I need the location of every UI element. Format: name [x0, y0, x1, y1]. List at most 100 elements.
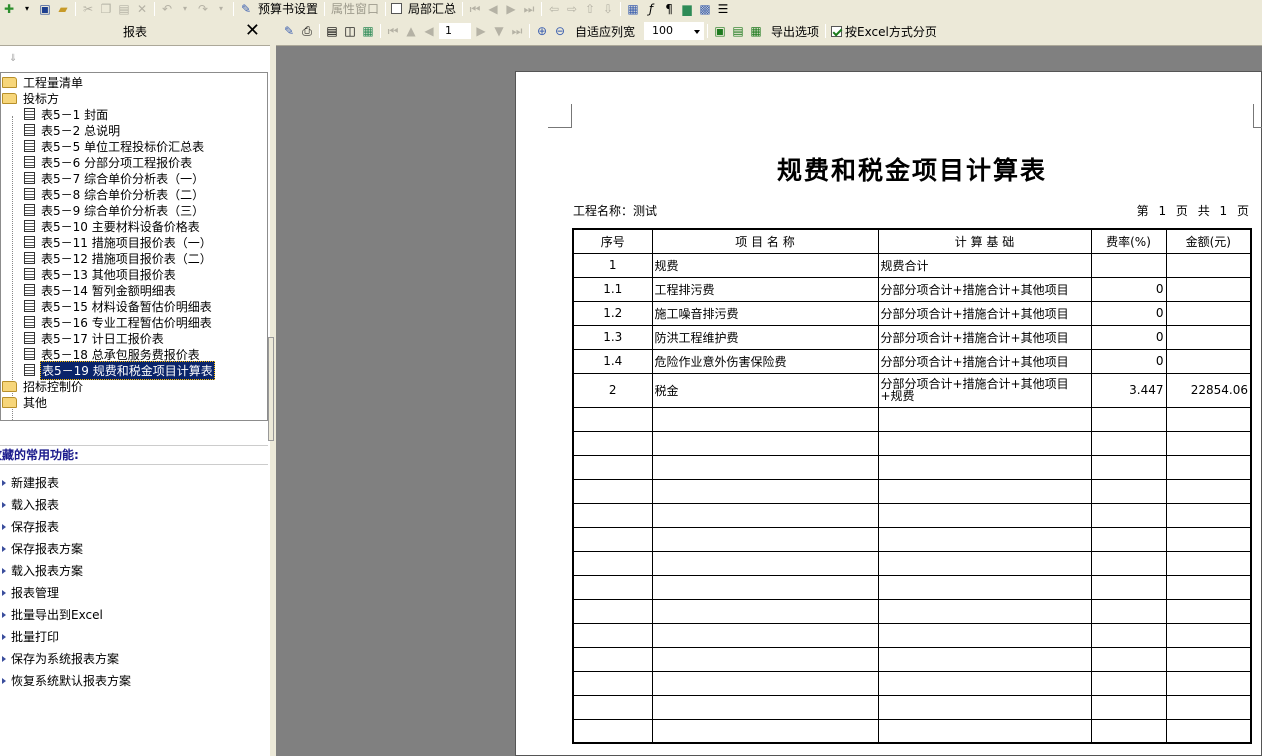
last-page-icon[interactable]: ⏭	[508, 23, 526, 39]
paste-icon[interactable]: ▤	[115, 1, 133, 17]
function-load-report[interactable]: 载入报表	[0, 494, 268, 516]
cell-basis: 规费合计	[877, 252, 1092, 278]
zoom-select[interactable]: 100	[644, 22, 705, 40]
tree-item-report[interactable]: 表5－17 计日工报价表	[24, 330, 165, 346]
move-up-icon[interactable]: ⇧	[581, 1, 599, 17]
export-excel-icon[interactable]: ▣	[711, 23, 729, 39]
close-icon[interactable]: ✕	[245, 21, 260, 41]
down-arrow-icon[interactable]: ⇓	[0, 46, 270, 72]
open-folder-icon[interactable]: ▰	[54, 1, 72, 17]
page-number-input[interactable]: 1	[438, 22, 472, 40]
tree-folder-other[interactable]: 其他	[2, 394, 48, 410]
function-new-report[interactable]: 新建报表	[0, 472, 268, 494]
empty-row	[572, 694, 1252, 720]
tree-node-label: 表5－1 封面	[41, 107, 109, 122]
tree-item-report[interactable]: 表5－15 材料设备暂估价明细表	[24, 298, 213, 314]
tree-item-report[interactable]: 表5－7 综合单价分析表（一）	[24, 170, 205, 186]
single-page-icon[interactable]: ▤	[323, 23, 341, 39]
function-save-report-scheme[interactable]: 保存报表方案	[0, 538, 268, 560]
dropdown-arrow-icon[interactable]: ▾	[18, 1, 36, 17]
cell-name: 防洪工程维护费	[651, 324, 879, 350]
tree-folder-control-price[interactable]: 招标控制价	[2, 378, 84, 394]
export-options-button[interactable]: 导出选项	[765, 23, 822, 40]
empty-row	[572, 622, 1252, 648]
zoom-out-icon[interactable]: ⊖	[551, 23, 569, 39]
fit-width-button[interactable]: 自适应列宽	[569, 23, 638, 40]
list-icon[interactable]: ☰	[714, 1, 732, 17]
last-record-icon[interactable]: ⏭	[520, 1, 538, 17]
function-report-management[interactable]: 报表管理	[0, 582, 268, 604]
property-window-button[interactable]: 属性窗口	[328, 0, 382, 17]
report-doc-icon	[24, 204, 35, 216]
tree-item-report[interactable]: 表5－14 暂列金额明细表	[24, 282, 177, 298]
export-sheet-icon[interactable]: ▤	[729, 23, 747, 39]
tree-item-report[interactable]: 表5－9 综合单价分析表（三）	[24, 202, 205, 218]
dropdown-arrow-icon[interactable]: ▾	[176, 1, 194, 17]
page-up-icon[interactable]: ▲	[402, 23, 420, 39]
table-header-row: 序号 项 目 名 称 计 算 基 础 费率(%) 金额(元)	[572, 228, 1252, 254]
budget-settings-button[interactable]: 预算书设置	[255, 0, 321, 17]
tree-node-label: 表5－13 其他项目报价表	[41, 267, 176, 282]
tree-item-report[interactable]: 表5－2 总说明	[24, 122, 121, 138]
copy-icon[interactable]: ❐	[97, 1, 115, 17]
tree-item-report[interactable]: 表5－11 措施项目报价表（一）	[24, 234, 213, 250]
zoom-in-icon[interactable]: ⊕	[533, 23, 551, 39]
paragraph-icon[interactable]: ¶	[660, 1, 678, 17]
tree-folder-bidder[interactable]: 投标方	[2, 90, 60, 106]
tree-folder-bill[interactable]: 工程量清单	[2, 74, 84, 90]
function-save-system-scheme[interactable]: 保存为系统报表方案	[0, 648, 268, 670]
page-down-icon[interactable]: ▼	[490, 23, 508, 39]
partial-summary-checkbox[interactable]	[391, 3, 403, 14]
first-page-icon[interactable]: ⏮	[384, 23, 402, 39]
excel-paging-checkbox[interactable]	[831, 25, 843, 37]
tree-item-report[interactable]: 表5－10 主要材料设备价格表	[24, 218, 201, 234]
multi-page-icon[interactable]: ▦	[359, 23, 377, 39]
print-setup-icon[interactable]: ▩	[696, 1, 714, 17]
function-icon[interactable]: ƒ	[642, 1, 660, 17]
cell-rate: 0	[1090, 324, 1167, 350]
toolbar-separator	[75, 1, 76, 16]
edit-report-icon[interactable]: ✎	[280, 23, 298, 39]
next-page-icon[interactable]: ▶	[472, 23, 490, 39]
two-page-icon[interactable]: ◫	[341, 23, 359, 39]
first-record-icon[interactable]: ⏮	[466, 1, 484, 17]
function-batch-print[interactable]: 批量打印	[0, 626, 268, 648]
move-left-icon[interactable]: ⇦	[545, 1, 563, 17]
function-restore-default-scheme[interactable]: 恢复系统默认报表方案	[0, 670, 268, 692]
cell-no: 2	[572, 372, 653, 408]
report-panel: 报表 ✕ ⇓ 工程量清单 投标方 表5－1 封面 表5－2 总说明 表5－5 单…	[0, 17, 270, 756]
tree-item-report[interactable]: 表5－8 综合单价分析表（二）	[24, 186, 205, 202]
tree-item-report[interactable]: 表5－12 措施项目报价表（二）	[24, 250, 213, 266]
tree-item-report-selected[interactable]: 表5－19 规费和税金项目计算表	[24, 360, 215, 380]
delete-icon[interactable]: ✕	[133, 1, 151, 17]
cell-name: 工程排污费	[651, 276, 879, 302]
tree-item-report[interactable]: 表5－1 封面	[24, 106, 109, 122]
move-down-icon[interactable]: ⇩	[599, 1, 617, 17]
function-save-report[interactable]: 保存报表	[0, 516, 268, 538]
new-report-icon[interactable]: ✚	[0, 1, 18, 17]
cell-amount	[1165, 276, 1252, 302]
prev-page-icon[interactable]: ◀	[420, 23, 438, 39]
function-batch-export-excel[interactable]: 批量导出到Excel	[0, 604, 268, 626]
cell-no: 1.3	[572, 324, 653, 350]
next-record-icon[interactable]: ▶	[502, 1, 520, 17]
budget-settings-icon[interactable]: ✎	[237, 1, 255, 17]
tree-item-report[interactable]: 表5－6 分部分项工程报价表	[24, 154, 193, 170]
cut-icon[interactable]: ✂	[79, 1, 97, 17]
undo-icon[interactable]: ↶	[158, 1, 176, 17]
prev-record-icon[interactable]: ◀	[484, 1, 502, 17]
calculator-icon[interactable]: ▦	[624, 1, 642, 17]
panel-scroll-thumb[interactable]	[268, 337, 274, 441]
move-right-icon[interactable]: ⇨	[563, 1, 581, 17]
function-load-report-scheme[interactable]: 载入报表方案	[0, 560, 268, 582]
printer-icon[interactable]: ⎙	[298, 23, 316, 39]
tree-item-report[interactable]: 表5－5 单位工程投标价汇总表	[24, 138, 205, 154]
database-icon[interactable]: ▆	[678, 1, 696, 17]
dropdown-arrow-icon[interactable]: ▾	[212, 1, 230, 17]
save-icon[interactable]: ▣	[36, 1, 54, 17]
redo-icon[interactable]: ↷	[194, 1, 212, 17]
export-options-icon[interactable]: ▦	[747, 23, 765, 39]
tree-item-report[interactable]: 表5－13 其他项目报价表	[24, 266, 177, 282]
column-header: 项 目 名 称	[651, 228, 879, 254]
tree-item-report[interactable]: 表5－16 专业工程暂估价明细表	[24, 314, 213, 330]
